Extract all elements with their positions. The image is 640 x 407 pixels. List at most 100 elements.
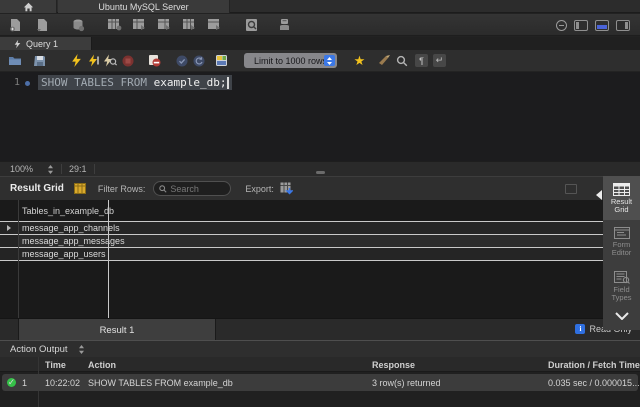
col-action: Action [88, 360, 116, 370]
row-action: SHOW TABLES FROM example_db [88, 378, 233, 388]
splitter-handle[interactable] [316, 171, 325, 174]
sql-identifier-text: example_db; [154, 76, 227, 89]
success-check-icon: ✓ [7, 378, 16, 387]
result-side-panel: Result Grid Form Editor Field Types [603, 176, 640, 330]
find-icon[interactable] [393, 53, 410, 69]
query-tabbar: Query 1 [0, 37, 640, 50]
table-cell: message_app_users [22, 249, 106, 259]
save-script-icon[interactable] [31, 53, 48, 69]
server-admin-icon[interactable] [275, 17, 293, 33]
sql-editor[interactable]: 1 SHOW TABLES FROM example_db; [0, 72, 640, 161]
line-number: 1 [6, 77, 20, 88]
divider [61, 164, 62, 174]
editor-toolbar: Limit to 1000 rows ★ ¶ ↵ [0, 50, 640, 72]
home-tab[interactable] [0, 0, 57, 13]
export-icon[interactable] [280, 182, 293, 195]
toggle-bottom-panel-icon[interactable] [595, 20, 609, 31]
new-event-icon[interactable] [205, 17, 223, 33]
toggle-autocommit-icon[interactable] [213, 53, 230, 69]
active-pointer-icon [596, 190, 602, 200]
filter-rows-label: Filter Rows: [98, 184, 146, 194]
row-marker [0, 222, 18, 234]
grid-columns-icon[interactable] [74, 183, 86, 194]
wrap-text-icon[interactable]: ↵ [433, 54, 446, 67]
row-time: 10:22:02 [45, 378, 80, 388]
collapse-panel-chevron-icon[interactable] [603, 308, 640, 324]
action-output-row[interactable]: ✓ 1 10:22:02 SHOW TABLES FROM example_db… [2, 374, 638, 391]
commit-icon[interactable] [173, 53, 190, 69]
cursor-position: 29:1 [69, 164, 87, 174]
divider [94, 164, 95, 174]
side-panel-field-types[interactable]: Field Types [603, 264, 640, 308]
new-sql-tab-icon[interactable] [6, 17, 24, 33]
result-tab-label: Result 1 [100, 325, 135, 336]
limit-rows-dropdown[interactable]: Limit to 1000 rows [244, 53, 337, 68]
execute-icon[interactable] [68, 53, 85, 69]
result-tabbar: Result 1 i Read Only [0, 318, 640, 340]
result-tab[interactable]: Result 1 [18, 319, 216, 341]
zoom-stepper-icon[interactable] [47, 165, 54, 174]
maximize-result-icon[interactable] [565, 184, 577, 194]
action-output-selector-icon[interactable] [78, 345, 85, 354]
result-grid-toolbar: Result Grid Filter Rows: Export: [0, 176, 603, 200]
result-column-header-label: Tables_in_example_db [22, 206, 114, 216]
search-icon [159, 185, 167, 193]
side-panel-form-editor[interactable]: Form Editor [603, 220, 640, 264]
side-panel-result-grid[interactable]: Result Grid [603, 176, 640, 220]
toggle-stop-on-error-icon[interactable] [146, 53, 163, 69]
result-grid: Tables_in_example_db message_app_channel… [0, 200, 603, 318]
result-column-header[interactable]: Tables_in_example_db [0, 200, 603, 222]
table-row[interactable]: message_app_messages [0, 235, 603, 248]
col-time: Time [45, 360, 66, 370]
action-output-column-header: Time Action Response Duration / Fetch Ti… [0, 357, 640, 372]
new-function-icon[interactable] [180, 17, 198, 33]
open-script-icon[interactable] [6, 53, 23, 69]
dropdown-stepper-icon [324, 55, 335, 66]
home-icon [23, 2, 34, 12]
open-sql-file-icon[interactable] [33, 17, 51, 33]
field-types-icon [614, 271, 630, 284]
query-tab-label: Query 1 [26, 39, 58, 49]
form-editor-icon [614, 227, 630, 239]
filter-search-input[interactable] [170, 184, 225, 194]
result-grid-title: Result Grid [10, 183, 64, 194]
col-duration: Duration / Fetch Time [548, 360, 640, 370]
table-cell: message_app_channels [22, 223, 120, 233]
new-procedure-icon[interactable] [155, 17, 173, 33]
connection-tab[interactable]: Ubuntu MySQL Server [58, 0, 230, 13]
connection-status-icon[interactable] [556, 20, 567, 31]
explain-icon[interactable] [102, 53, 119, 69]
filter-search-box[interactable] [153, 181, 231, 196]
search-data-icon[interactable] [243, 17, 261, 33]
row-marker [0, 248, 18, 260]
new-schema-icon[interactable] [69, 17, 87, 33]
execute-current-statement-icon[interactable] [85, 53, 102, 69]
toggle-right-panel-icon[interactable] [616, 20, 630, 31]
main-toolbar [0, 14, 640, 36]
text-caret [227, 77, 229, 89]
row-response: 3 row(s) returned [372, 378, 441, 388]
table-row[interactable]: message_app_channels [0, 222, 603, 235]
rollback-icon[interactable] [190, 53, 207, 69]
table-row[interactable]: message_app_users [0, 248, 603, 261]
beautify-query-icon[interactable] [376, 53, 393, 69]
toggle-left-panel-icon[interactable] [574, 20, 588, 31]
query-tab[interactable]: Query 1 [0, 37, 92, 50]
show-invisibles-icon[interactable]: ¶ [415, 54, 428, 67]
new-view-icon[interactable] [130, 17, 148, 33]
sql-statement[interactable]: SHOW TABLES FROM example_db; [38, 75, 232, 90]
new-table-icon[interactable] [105, 17, 123, 33]
gutter-line [18, 200, 19, 318]
titlebar: Ubuntu MySQL Server [0, 0, 640, 13]
stop-icon[interactable] [119, 53, 136, 69]
sql-keyword-text: SHOW TABLES FROM [41, 76, 154, 89]
action-output-title: Action Output [10, 344, 68, 355]
action-output-header: Action Output [0, 341, 640, 357]
connection-tab-label: Ubuntu MySQL Server [98, 2, 188, 12]
statement-marker-icon [25, 81, 30, 86]
col-response: Response [372, 360, 415, 370]
query-lightning-icon [14, 39, 21, 49]
save-snippet-icon[interactable]: ★ [351, 53, 368, 69]
result-grid-icon [613, 183, 630, 196]
column-divider[interactable] [108, 200, 109, 318]
